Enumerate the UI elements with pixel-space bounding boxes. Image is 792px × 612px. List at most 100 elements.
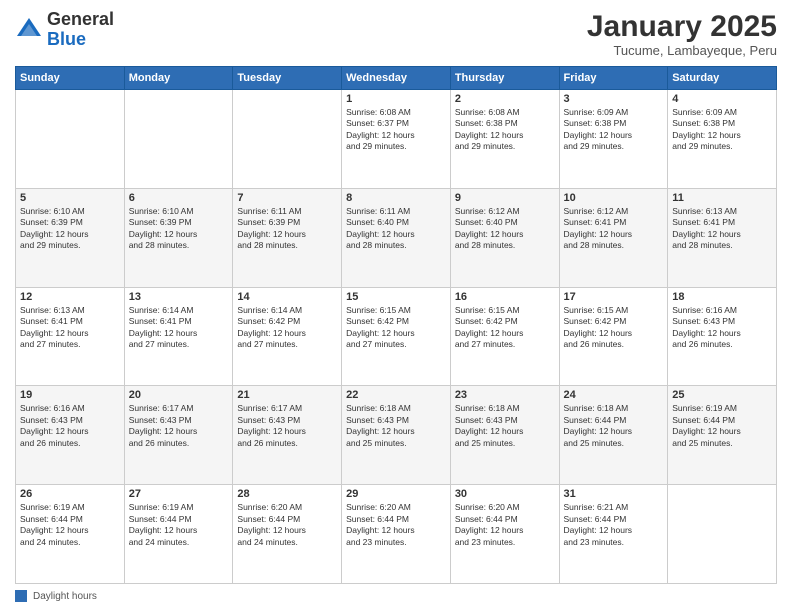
day-info: Sunrise: 6:18 AM Sunset: 6:43 PM Dayligh… [455,403,555,449]
day-number: 1 [346,93,446,105]
calendar-cell: 27Sunrise: 6:19 AM Sunset: 6:44 PM Dayli… [124,485,233,584]
legend-box-icon [15,590,27,602]
calendar-cell: 20 Sunrise: 6:17 AM Sunset: 6:43 PM Dayli… [124,386,233,485]
day-info: Sunrise: 6:15 AM Sunset: 6:42 PM Dayligh… [346,305,446,351]
day-number: 27 [129,488,229,500]
title-block: January 2025 Tucume, Lambayeque, Peru [587,10,777,58]
day-info: Sunrise: 6:12 AM Sunset: 6:41 PM Dayligh… [564,206,664,252]
calendar-cell: 31 Sunrise: 6:21 AM Sunset: 6:44 PM Dayli… [559,485,668,584]
calendar-cell: 16 Sunrise: 6:15 AM Sunset: 6:42 PM Dayli… [450,287,559,386]
day-info: Sunrise: 6:13 AM Sunset: 6:41 PM Dayligh… [672,206,772,252]
week-row-3: 19Sunrise: 6:16 AM Sunset: 6:43 PM Dayli… [16,386,777,485]
day-header-saturday: Saturday [668,67,777,90]
day-info: Sunrise: 6:08 AM Sunset: 6:37 PM Dayligh… [346,107,446,153]
calendar-cell: 3 Sunrise: 6:09 AM Sunset: 6:38 PM Daylig… [559,90,668,189]
day-info: Sunrise: 6:09 AM Sunset: 6:38 PM Dayligh… [564,107,664,153]
calendar-cell: 26 Sunrise: 6:19 AM Sunset: 6:44 PM Dayli… [16,485,125,584]
day-number: 22 [346,389,446,401]
day-number: 9 [455,192,555,204]
day-info: Sunrise: 6:20 AM Sunset: 6:44 PM Dayligh… [455,502,555,548]
day-number: 15 [346,291,446,303]
day-number: 18 [672,291,772,303]
day-number: 8 [346,192,446,204]
day-number: 21 [237,389,337,401]
day-number: 11 [672,192,772,204]
day-info: Sunrise: 6:11 AM Sunset: 6:39 PM Dayligh… [237,206,337,252]
calendar-cell: 17 Sunrise: 6:15 AM Sunset: 6:42 PM Dayli… [559,287,668,386]
header: General Blue January 2025 Tucume, Lambay… [15,10,777,58]
day-info: Sunrise: 6:20 AM Sunset: 6:44 PM Dayligh… [237,502,337,548]
calendar-table: SundayMondayTuesdayWednesdayThursdayFrid… [15,66,777,584]
calendar-cell: 12Sunrise: 6:13 AM Sunset: 6:41 PM Dayli… [16,287,125,386]
day-number: 29 [346,488,446,500]
day-info: Sunrise: 6:15 AM Sunset: 6:42 PM Dayligh… [564,305,664,351]
legend: Daylight hours [15,590,777,602]
day-info: Sunrise: 6:17 AM Sunset: 6:43 PM Dayligh… [129,403,229,449]
day-info: Sunrise: 6:08 AM Sunset: 6:38 PM Dayligh… [455,107,555,153]
calendar-cell: 24Sunrise: 6:18 AM Sunset: 6:44 PM Dayli… [559,386,668,485]
calendar-cell: 30Sunrise: 6:20 AM Sunset: 6:44 PM Dayli… [450,485,559,584]
week-row-2: 12Sunrise: 6:13 AM Sunset: 6:41 PM Dayli… [16,287,777,386]
calendar-cell: 2 Sunrise: 6:08 AM Sunset: 6:38 PM Daylig… [450,90,559,189]
page: General Blue January 2025 Tucume, Lambay… [0,0,792,612]
day-info: Sunrise: 6:16 AM Sunset: 6:43 PM Dayligh… [20,403,120,449]
day-info: Sunrise: 6:19 AM Sunset: 6:44 PM Dayligh… [20,502,120,548]
day-header-monday: Monday [124,67,233,90]
calendar-cell [668,485,777,584]
calendar-cell: 7Sunrise: 6:11 AM Sunset: 6:39 PM Daylig… [233,188,342,287]
calendar-cell: 19Sunrise: 6:16 AM Sunset: 6:43 PM Dayli… [16,386,125,485]
day-header-wednesday: Wednesday [342,67,451,90]
day-number: 25 [672,389,772,401]
day-number: 17 [564,291,664,303]
calendar-cell: 15 Sunrise: 6:15 AM Sunset: 6:42 PM Dayli… [342,287,451,386]
day-number: 20 [129,389,229,401]
calendar-cell: 10Sunrise: 6:12 AM Sunset: 6:41 PM Dayli… [559,188,668,287]
logo-blue-text: Blue [47,30,114,50]
calendar-cell: 4 Sunrise: 6:09 AM Sunset: 6:38 PM Daylig… [668,90,777,189]
week-row-1: 5 Sunrise: 6:10 AM Sunset: 6:39 PM Daylig… [16,188,777,287]
calendar-cell: 6 Sunrise: 6:10 AM Sunset: 6:39 PM Daylig… [124,188,233,287]
calendar-cell: 21 Sunrise: 6:17 AM Sunset: 6:43 PM Dayli… [233,386,342,485]
day-info: Sunrise: 6:16 AM Sunset: 6:43 PM Dayligh… [672,305,772,351]
calendar-cell: 9 Sunrise: 6:12 AM Sunset: 6:40 PM Daylig… [450,188,559,287]
day-info: Sunrise: 6:18 AM Sunset: 6:43 PM Dayligh… [346,403,446,449]
day-number: 5 [20,192,120,204]
calendar-cell: 14Sunrise: 6:14 AM Sunset: 6:42 PM Dayli… [233,287,342,386]
day-info: Sunrise: 6:14 AM Sunset: 6:42 PM Dayligh… [237,305,337,351]
day-number: 26 [20,488,120,500]
day-number: 4 [672,93,772,105]
calendar-cell: 1 Sunrise: 6:08 AM Sunset: 6:37 PM Daylig… [342,90,451,189]
logo: General Blue [15,10,114,50]
day-number: 28 [237,488,337,500]
calendar-cell: 23Sunrise: 6:18 AM Sunset: 6:43 PM Dayli… [450,386,559,485]
day-info: Sunrise: 6:12 AM Sunset: 6:40 PM Dayligh… [455,206,555,252]
calendar-cell: 8 Sunrise: 6:11 AM Sunset: 6:40 PM Daylig… [342,188,451,287]
calendar-cell: 29 Sunrise: 6:20 AM Sunset: 6:44 PM Dayli… [342,485,451,584]
calendar-cell: 5Sunrise: 6:10 AM Sunset: 6:39 PM Daylig… [16,188,125,287]
calendar-cell [16,90,125,189]
day-info: Sunrise: 6:18 AM Sunset: 6:44 PM Dayligh… [564,403,664,449]
day-number: 6 [129,192,229,204]
calendar-cell: 18 Sunrise: 6:16 AM Sunset: 6:43 PM Dayli… [668,287,777,386]
calendar-cell: 11 Sunrise: 6:13 AM Sunset: 6:41 PM Dayli… [668,188,777,287]
day-header-tuesday: Tuesday [233,67,342,90]
day-header-thursday: Thursday [450,67,559,90]
calendar-cell [124,90,233,189]
calendar-cell: 13Sunrise: 6:14 AM Sunset: 6:41 PM Dayli… [124,287,233,386]
day-info: Sunrise: 6:21 AM Sunset: 6:44 PM Dayligh… [564,502,664,548]
calendar-cell: 28 Sunrise: 6:20 AM Sunset: 6:44 PM Dayli… [233,485,342,584]
day-number: 3 [564,93,664,105]
day-info: Sunrise: 6:15 AM Sunset: 6:42 PM Dayligh… [455,305,555,351]
day-number: 16 [455,291,555,303]
day-info: Sunrise: 6:17 AM Sunset: 6:43 PM Dayligh… [237,403,337,449]
day-info: Sunrise: 6:10 AM Sunset: 6:39 PM Dayligh… [129,206,229,252]
day-info: Sunrise: 6:09 AM Sunset: 6:38 PM Dayligh… [672,107,772,153]
day-number: 31 [564,488,664,500]
day-info: Sunrise: 6:11 AM Sunset: 6:40 PM Dayligh… [346,206,446,252]
calendar-cell: 25Sunrise: 6:19 AM Sunset: 6:44 PM Dayli… [668,386,777,485]
day-info: Sunrise: 6:14 AM Sunset: 6:41 PM Dayligh… [129,305,229,351]
week-row-4: 26 Sunrise: 6:19 AM Sunset: 6:44 PM Dayli… [16,485,777,584]
month-title: January 2025 [587,10,777,43]
day-number: 2 [455,93,555,105]
day-info: Sunrise: 6:20 AM Sunset: 6:44 PM Dayligh… [346,502,446,548]
